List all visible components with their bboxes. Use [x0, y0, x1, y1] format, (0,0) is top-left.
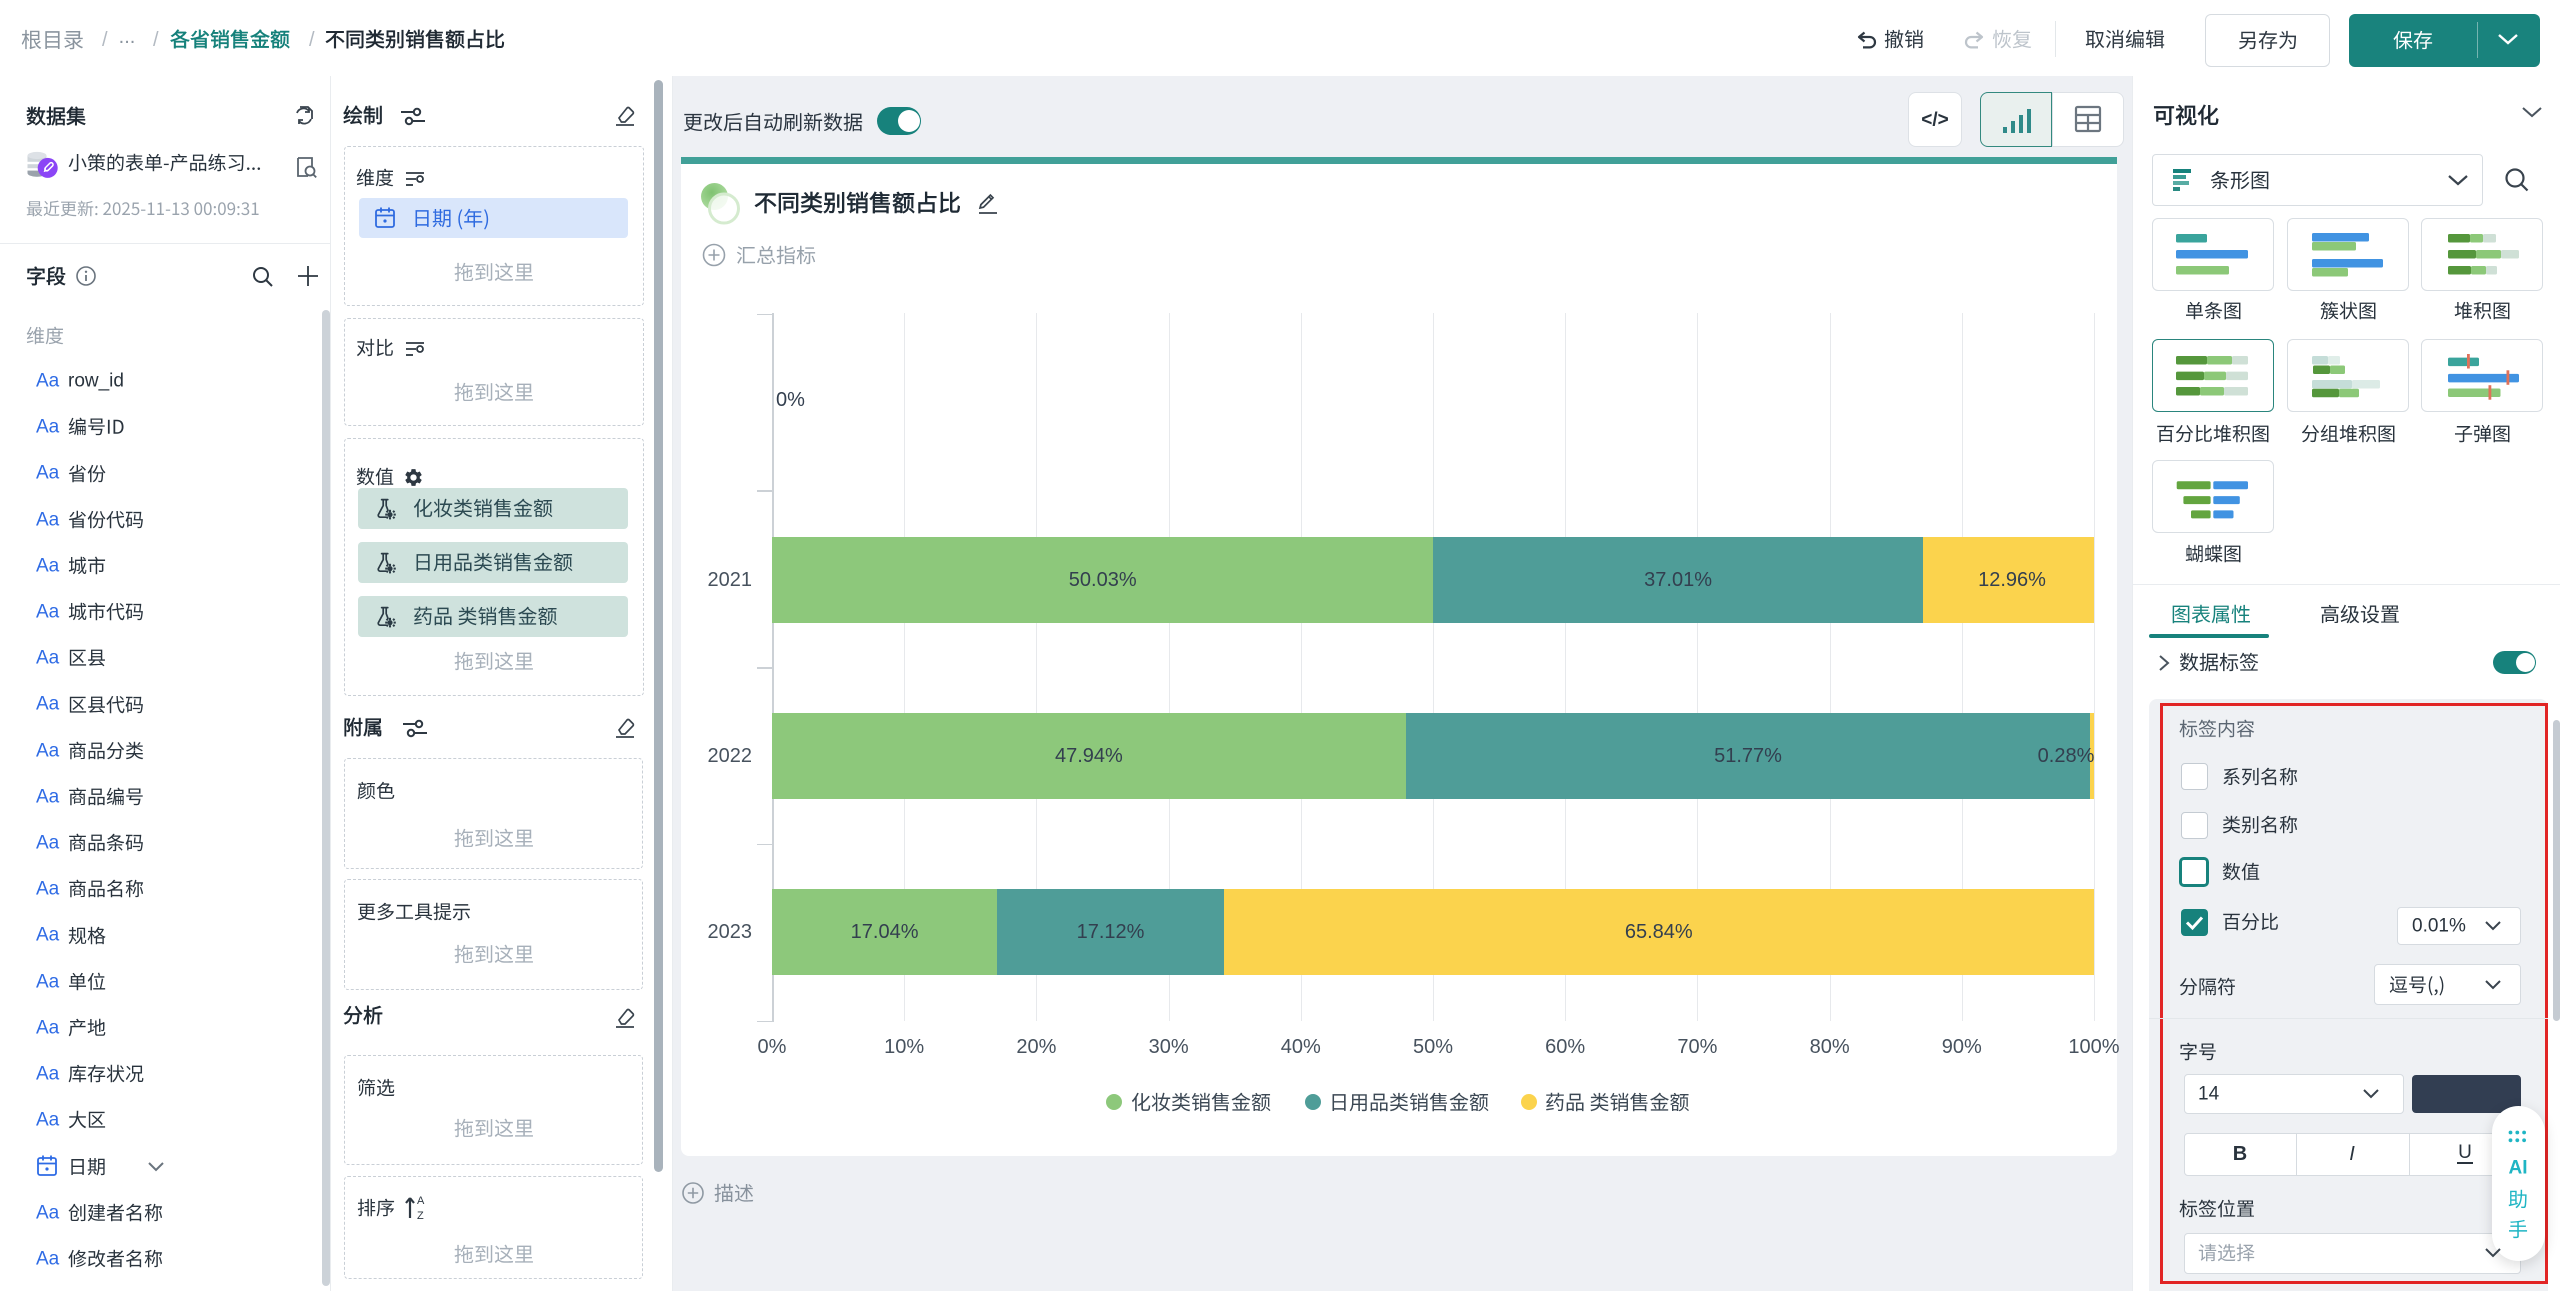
- svg-text:Z: Z: [417, 1210, 424, 1222]
- svg-text:A: A: [417, 1195, 425, 1207]
